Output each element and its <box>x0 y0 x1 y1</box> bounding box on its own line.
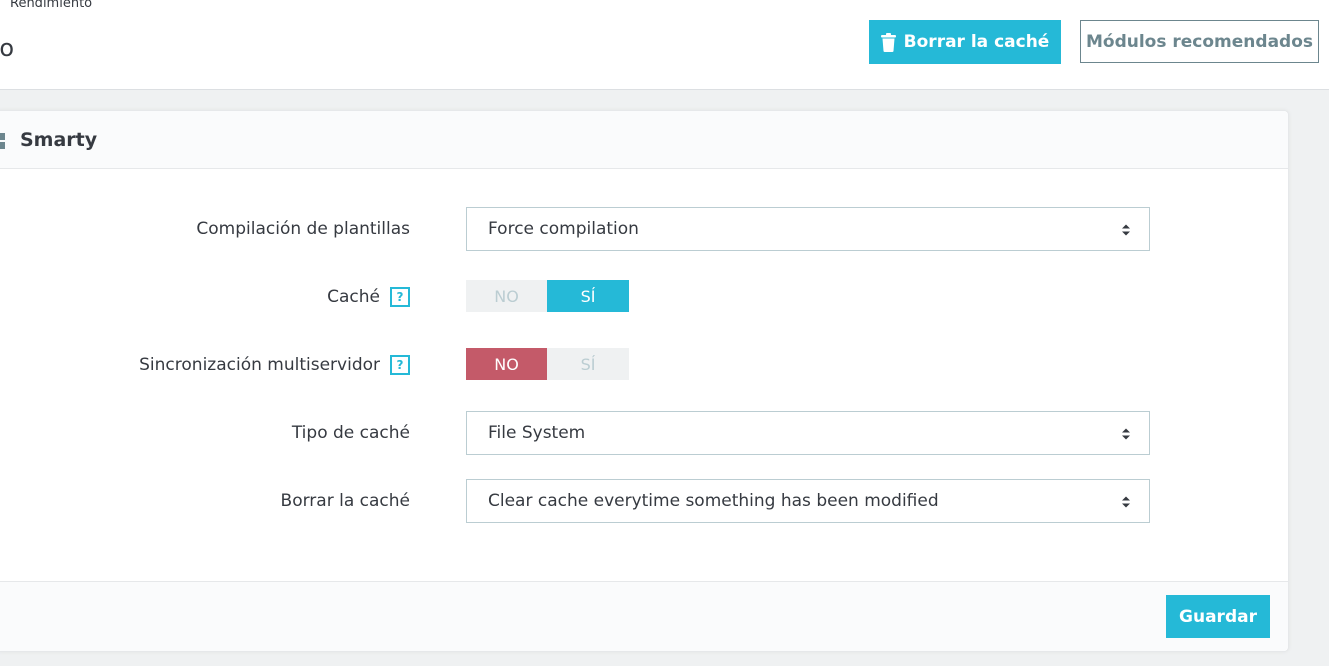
template-compilation-select[interactable]: Force compilation <box>466 207 1150 251</box>
save-button-label: Guardar <box>1179 606 1257 627</box>
recommended-modules-button-label: Módulos recomendados <box>1085 31 1314 52</box>
clear-cache-label: Borrar la caché <box>280 491 410 511</box>
page-header: Rendimiento to Borrar la caché Módulos r… <box>0 0 1329 90</box>
multiserver-sync-switch-no[interactable]: NO <box>466 348 547 380</box>
cache-switch-yes[interactable]: SÍ <box>547 280 629 312</box>
panel-title: Smarty <box>20 129 98 151</box>
smarty-panel: Smarty Compilación de plantillas Force c… <box>0 110 1289 652</box>
recommended-modules-button[interactable]: Módulos recomendados <box>1080 20 1319 63</box>
cache-type-select[interactable]: File System <box>466 411 1150 455</box>
template-compilation-label: Compilación de plantillas <box>196 219 410 239</box>
cache-label: Caché <box>327 287 380 307</box>
trash-icon <box>880 32 896 52</box>
breadcrumb[interactable]: Rendimiento <box>10 0 92 11</box>
cache-label-group: Caché? <box>327 287 410 307</box>
sort-caret-icon <box>1122 428 1130 440</box>
clear-cache-value: Clear cache everytime something has been… <box>488 491 939 511</box>
sort-caret-icon <box>1122 496 1130 508</box>
cache-switch[interactable]: NO SÍ <box>466 280 629 312</box>
clear-cache-select[interactable]: Clear cache everytime something has been… <box>466 479 1150 523</box>
cache-type-label: Tipo de caché <box>291 423 410 443</box>
multiserver-sync-switch[interactable]: NO SÍ <box>466 348 629 380</box>
puzzle-icon <box>0 133 5 149</box>
template-compilation-value: Force compilation <box>488 219 639 239</box>
multiserver-sync-switch-yes[interactable]: SÍ <box>547 348 629 380</box>
multiserver-sync-label: Sincronización multiservidor <box>139 355 380 375</box>
clear-cache-button[interactable]: Borrar la caché <box>869 20 1061 64</box>
cache-switch-no[interactable]: NO <box>466 280 547 312</box>
save-button[interactable]: Guardar <box>1166 595 1270 638</box>
multiserver-sync-help-icon[interactable]: ? <box>390 355 410 375</box>
panel-heading: Smarty <box>0 111 1288 169</box>
clear-cache-button-label: Borrar la caché <box>903 32 1050 52</box>
sort-caret-icon <box>1122 224 1130 236</box>
cache-help-icon[interactable]: ? <box>390 287 410 307</box>
cache-type-value: File System <box>488 423 586 443</box>
panel-footer: Guardar <box>0 581 1288 651</box>
multiserver-sync-label-group: Sincronización multiservidor? <box>139 355 410 375</box>
page-title: to <box>0 34 15 62</box>
